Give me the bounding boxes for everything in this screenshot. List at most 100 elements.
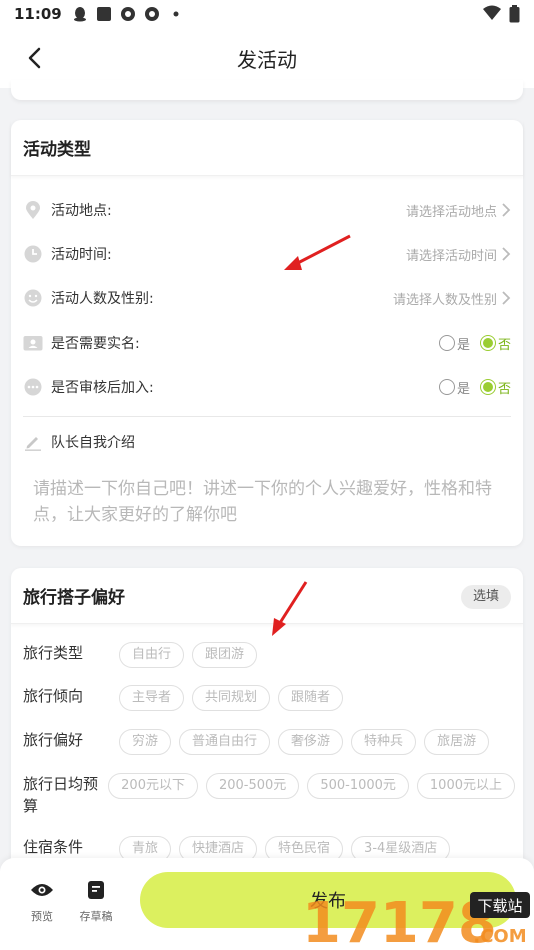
watermark-number: 17178 <box>302 891 497 950</box>
optional-badge: 选填 <box>460 585 511 609</box>
wifi-icon <box>483 5 501 27</box>
realname-yes-radio[interactable]: 是 <box>438 334 470 353</box>
preference-card-title: 旅行搭子偏好 <box>23 588 125 608</box>
travel-preference-tags: 穷游 普通自由行 奢侈游 特种兵 旅居游 <box>119 729 490 755</box>
status-bar: 11:09 <box>0 0 534 28</box>
people-label: 活动人数及性别: <box>51 291 154 307</box>
budget-label: 旅行日均预算 <box>23 775 99 815</box>
tag-option[interactable]: 200-500元 <box>205 773 300 799</box>
realname-yes-label: 是 <box>456 337 470 353</box>
travel-type-label: 旅行类型 <box>23 644 84 662</box>
radio-circle-icon <box>438 335 455 351</box>
tag-option[interactable]: 共同规划 <box>192 685 271 711</box>
people-picker[interactable]: 请选择人数及性别 <box>393 283 511 313</box>
intro-label-row: 队长自我介绍 <box>23 432 135 452</box>
tag-option[interactable]: 穷游 <box>119 729 172 755</box>
pencil-icon <box>23 432 43 452</box>
tag-option[interactable]: 主导者 <box>119 685 185 711</box>
smiley-icon <box>23 288 43 308</box>
battery-icon <box>509 5 520 27</box>
tag-option[interactable]: 自由行 <box>119 642 185 668</box>
radio-checked-icon <box>479 379 496 395</box>
preview-label: 预览 <box>31 910 53 923</box>
app-square-icon <box>96 6 112 22</box>
location-pin-icon <box>23 200 43 220</box>
tag-option[interactable]: 跟随者 <box>278 685 344 711</box>
travel-tendency-tags: 主导者 共同规划 跟随者 <box>119 685 344 711</box>
tag-option[interactable]: 1000元以上 <box>416 773 515 799</box>
tag-option[interactable]: 特种兵 <box>351 729 417 755</box>
red-arrow-annotation <box>284 234 351 270</box>
review-yes-label: 是 <box>456 381 470 397</box>
nav-bar: 发活动 <box>0 28 534 88</box>
location-row[interactable]: 活动地点: 请选择活动地点 <box>23 195 511 225</box>
budget-row: 旅行日均预算 200元以下 200-500元 500-1000元 1000元以上 <box>23 773 515 817</box>
people-row[interactable]: 活动人数及性别: 请选择人数及性别 <box>23 283 511 313</box>
intro-label: 队长自我介绍 <box>51 435 135 451</box>
aperture-icon-2 <box>144 6 160 22</box>
divider <box>23 416 511 417</box>
tag-option[interactable]: 奢侈游 <box>278 729 344 755</box>
activity-card: 活动类型 活动地点: 请选择活动地点 活动时间: 请选择活动时间 活动人数及性别… <box>11 120 523 546</box>
more-dot-icon <box>168 6 184 22</box>
review-row: 是否审核后加入: 是 否 <box>23 372 511 402</box>
realname-options: 是 否 <box>429 328 511 358</box>
travel-type-tags: 自由行 跟团游 <box>119 642 258 668</box>
radio-circle-icon <box>438 379 455 395</box>
time-label: 活动时间: <box>51 247 112 263</box>
review-no-label: 否 <box>497 381 511 397</box>
page-title: 发活动 <box>237 47 297 72</box>
tag-option[interactable]: 普通自由行 <box>179 729 271 755</box>
travel-preference-row: 旅行偏好 穷游 普通自由行 奢侈游 特种兵 旅居游 <box>23 729 515 755</box>
review-options: 是 否 <box>429 372 511 402</box>
realname-no-label: 否 <box>497 337 511 353</box>
id-card-icon <box>23 333 43 353</box>
time-picker[interactable]: 请选择活动时间 <box>406 239 511 269</box>
aperture-icon <box>120 6 136 22</box>
status-time: 11:09 <box>14 5 62 23</box>
realname-row: 是否需要实名: 是 否 <box>23 328 511 358</box>
activity-card-title: 活动类型 <box>23 140 91 160</box>
travel-type-row: 旅行类型 自由行 跟团游 <box>23 642 515 668</box>
watermark-site: 下载站 <box>477 897 522 915</box>
travel-tendency-label: 旅行倾向 <box>23 687 84 705</box>
draft-note-icon <box>84 878 108 902</box>
activity-card-header: 活动类型 <box>11 120 523 176</box>
tag-option[interactable]: 200元以下 <box>108 773 198 799</box>
people-placeholder: 请选择人数及性别 <box>392 292 497 308</box>
review-yes-radio[interactable]: 是 <box>438 378 470 397</box>
radio-checked-icon <box>479 335 496 351</box>
save-draft-label: 存草稿 <box>79 910 113 923</box>
time-row[interactable]: 活动时间: 请选择活动时间 <box>23 239 511 269</box>
location-label: 活动地点: <box>51 203 112 219</box>
chevron-right-icon <box>502 203 511 217</box>
chevron-left-icon <box>28 47 41 69</box>
previous-card-edge <box>11 80 523 100</box>
red-arrow-annotation <box>272 581 308 636</box>
time-placeholder: 请选择活动时间 <box>405 248 497 264</box>
tag-option[interactable]: 跟团游 <box>192 642 258 668</box>
eye-icon <box>30 878 54 902</box>
realname-label: 是否需要实名: <box>51 336 140 352</box>
site-watermark-logo: 17178 下载站 .COM <box>302 891 530 950</box>
tag-option[interactable]: 500-1000元 <box>307 773 409 799</box>
lodging-label: 住宿条件 <box>23 838 84 856</box>
location-picker[interactable]: 请选择活动地点 <box>406 195 511 225</box>
intro-textarea[interactable]: 请描述一下你自己吧！讲述一下你的个人兴趣爱好，性格和特点，让大家更好的了解你吧 <box>33 476 507 528</box>
tag-option[interactable]: 旅居游 <box>424 729 490 755</box>
travel-tendency-row: 旅行倾向 主导者 共同规划 跟随者 <box>23 685 515 711</box>
budget-tags: 200元以下 200-500元 500-1000元 1000元以上 <box>108 773 515 799</box>
chevron-right-icon <box>502 291 511 305</box>
watermark-tld: .COM <box>473 926 526 947</box>
back-button[interactable] <box>22 45 46 71</box>
location-placeholder: 请选择活动地点 <box>405 204 497 220</box>
preview-button[interactable]: 预览 <box>22 878 62 924</box>
chevron-right-icon <box>502 247 511 261</box>
review-label: 是否审核后加入: <box>51 380 154 396</box>
ellipsis-circle-icon <box>23 377 43 397</box>
review-no-radio[interactable]: 否 <box>479 378 511 397</box>
clock-icon <box>23 244 43 264</box>
save-draft-button[interactable]: 存草稿 <box>76 878 116 924</box>
travel-preference-label: 旅行偏好 <box>23 731 84 749</box>
realname-no-radio[interactable]: 否 <box>479 334 511 353</box>
